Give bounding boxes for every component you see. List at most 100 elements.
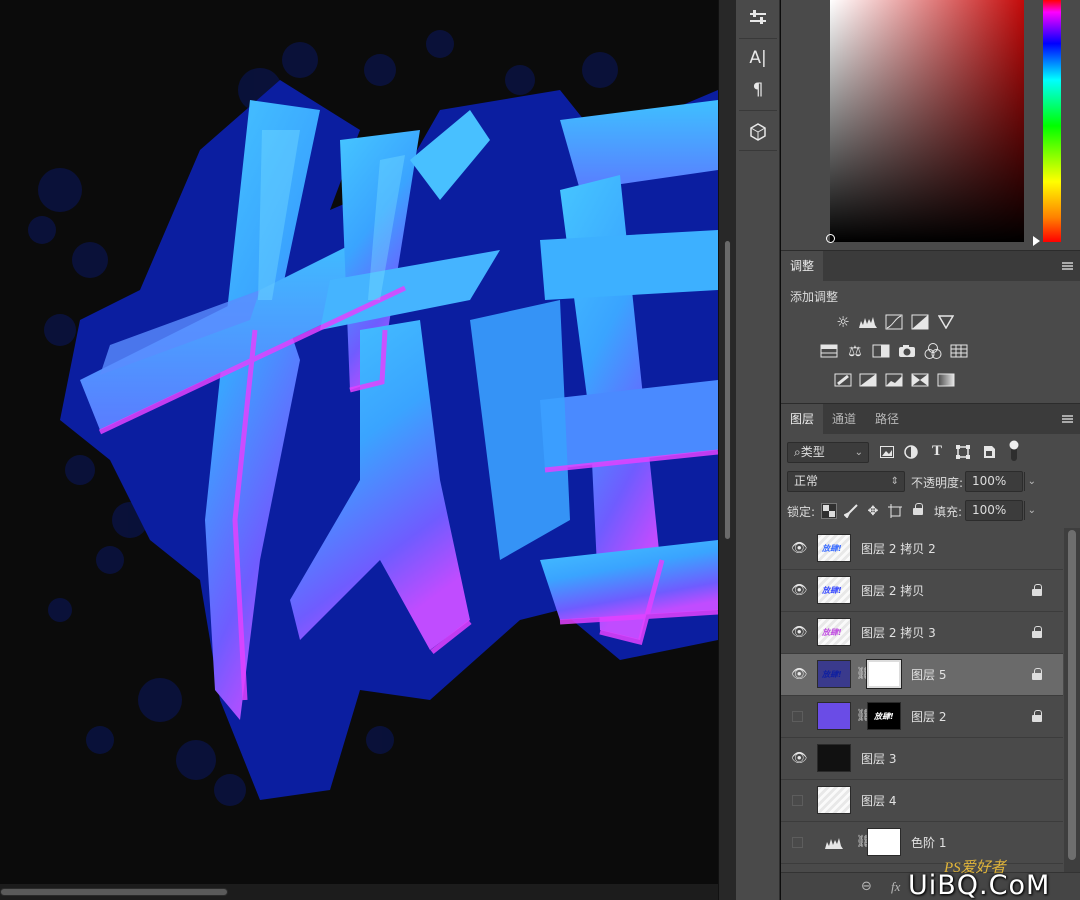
layer-name[interactable]: 色阶 1 [911,822,946,864]
smart-object-filter-icon[interactable] [981,444,997,460]
threshold-icon[interactable] [884,371,904,389]
layer-row[interactable]: ⛓ 色阶 1 [781,822,1063,864]
layer-name[interactable]: 图层 2 拷贝 2 [861,528,936,570]
selective-color-icon[interactable] [910,371,930,389]
exposure-icon[interactable] [910,313,930,331]
link-chain-icon[interactable]: ⛓ [856,708,871,722]
fx-icon[interactable]: fx [891,879,900,895]
visibility-eye-icon[interactable]: 👁 [791,584,808,598]
gradient-map-icon[interactable] [936,371,956,389]
hue-slider[interactable] [1043,0,1061,242]
layer-name[interactable]: 图层 2 拷贝 3 [861,612,936,654]
lock-icon [1032,710,1044,723]
tab-channels[interactable]: 通道 [823,404,865,435]
photo-filter-icon[interactable] [897,342,917,360]
visibility-toggle-off[interactable] [792,795,803,806]
color-cursor[interactable] [826,234,835,243]
shape-filter-icon[interactable] [955,444,971,460]
posterize-icon[interactable] [858,371,878,389]
fill-label: 填充: [934,505,963,519]
lock-artboard-icon[interactable] [887,503,903,519]
layer-name[interactable]: 图层 4 [861,780,896,822]
vibrance-icon[interactable] [936,313,956,331]
black-white-icon[interactable] [871,342,891,360]
lock-image-pixels-icon[interactable] [843,503,859,519]
layer-mask-thumbnail[interactable]: 放肆! [867,702,901,730]
panel-menu-icon[interactable] [1062,262,1073,270]
layer-mask-thumbnail[interactable] [867,828,901,856]
character-icon[interactable]: A| [740,44,776,72]
layer-row[interactable]: 👁 放肆! 图层 2 拷贝 [781,570,1063,612]
layer-row[interactable]: ⛓ 放肆! 图层 2 [781,696,1063,738]
tab-paths[interactable]: 路径 [866,404,908,435]
tab-adjustments[interactable]: 调整 [781,251,824,282]
adjustment-filter-icon[interactable] [903,444,919,460]
invert-icon[interactable] [833,371,853,389]
adjustments-tabbar: 调整 [781,250,1080,282]
layers-footer: ⊖ fx [781,872,1080,900]
chevron-down-icon[interactable]: ⌄ [1023,501,1036,520]
layer-row[interactable]: 图层 4 [781,780,1063,822]
document-canvas[interactable] [0,0,718,884]
layer-row[interactable]: 👁 图层 3 [781,738,1063,780]
brightness-contrast-icon[interactable]: ☼ [833,313,853,331]
hue-slider-arrow[interactable] [1033,236,1040,246]
visibility-eye-icon[interactable]: 👁 [791,542,808,556]
canvas-vertical-scrollbar[interactable] [718,0,736,900]
3d-icon[interactable] [740,118,776,146]
layer-filter-select[interactable]: ⌕类型 ⌄ [787,442,869,463]
blend-mode-select[interactable]: 正常 ⇕ [787,471,905,492]
link-icon[interactable]: ⊖ [861,879,872,894]
chevron-down-icon[interactable]: ⌄ [1023,472,1036,491]
channel-mixer-icon[interactable] [923,342,943,360]
visibility-toggle-off[interactable] [792,837,803,848]
levels-icon[interactable] [858,313,878,331]
layer-thumbnail: 放肆! [817,534,851,562]
lock-all-icon[interactable] [911,502,927,518]
paragraph-icon[interactable]: ¶ [740,76,776,104]
fill-input[interactable]: 100% ⌄ [965,500,1036,521]
layer-name[interactable]: 图层 2 拷贝 [861,570,924,612]
layer-row[interactable]: 👁 放肆! 图层 2 拷贝 3 [781,612,1063,654]
scrollbar-thumb[interactable] [1068,530,1076,860]
lock-icon [1032,668,1044,681]
scrollbar-thumb[interactable] [724,240,731,540]
tab-layers[interactable]: 图层 [781,404,824,435]
filter-toggle-switch[interactable] [1007,440,1021,462]
layer-row[interactable]: 👁 放肆! 图层 2 拷贝 2 [781,528,1063,570]
lock-position-icon[interactable]: ✥ [865,503,881,519]
lock-label: 锁定: [787,505,816,519]
color-saturation-field[interactable] [826,0,1024,243]
visibility-toggle-off[interactable] [792,711,803,722]
layer-mask-thumbnail[interactable] [866,659,902,689]
filter-type-value: 类型 [800,445,825,459]
curves-icon[interactable] [884,313,904,331]
color-balance-icon[interactable]: ⚖ [845,342,865,360]
scrollbar-thumb[interactable] [0,888,228,896]
updown-arrows-icon: ⇕ [890,476,899,487]
pixel-filter-icon[interactable] [879,444,895,460]
layer-row-selected[interactable]: 👁 放肆! ⛓ 图层 5 [781,654,1063,696]
properties-sliders-icon[interactable] [740,4,776,32]
type-filter-icon[interactable]: T [929,443,945,459]
link-chain-icon[interactable]: ⛓ [856,834,871,848]
panel-icon-strip: A| ¶ [736,0,780,900]
canvas-horizontal-scrollbar[interactable] [0,884,718,900]
lock-icon [1032,584,1044,597]
panel-menu-icon[interactable] [1062,415,1073,423]
add-adjustment-label: 添加调整 [790,290,839,304]
layer-thumbnail: 放肆! [817,576,851,604]
visibility-eye-icon[interactable]: 👁 [791,668,808,682]
layer-name[interactable]: 图层 3 [861,738,896,780]
opacity-input[interactable]: 100% ⌄ [965,471,1036,492]
layer-name[interactable]: 图层 5 [911,654,946,696]
layer-thumbnail: 放肆! [817,660,851,688]
lock-transparent-pixels-icon[interactable] [821,503,837,519]
link-chain-icon[interactable]: ⛓ [856,666,871,680]
layers-scrollbar[interactable] [1064,528,1080,872]
visibility-eye-icon[interactable]: 👁 [791,626,808,640]
visibility-eye-icon[interactable]: 👁 [791,752,808,766]
hue-saturation-icon[interactable] [819,342,839,360]
color-lookup-icon[interactable] [949,342,969,360]
layer-name[interactable]: 图层 2 [911,696,946,738]
